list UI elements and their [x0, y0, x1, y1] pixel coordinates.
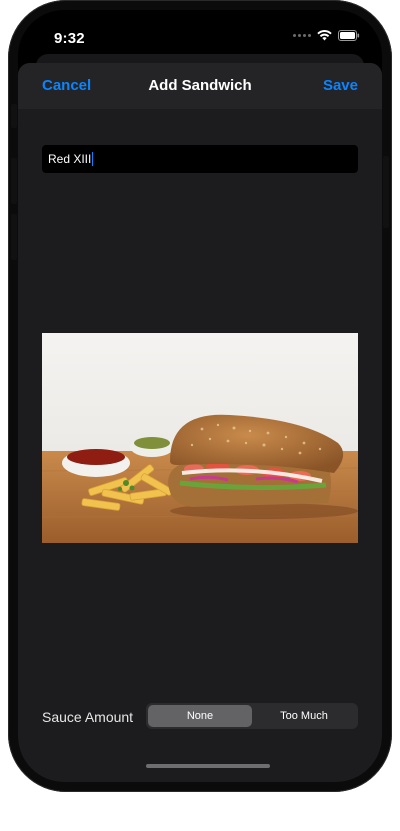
status-icons — [293, 30, 360, 41]
volume-up-button — [11, 158, 17, 204]
mute-switch — [11, 104, 17, 128]
screen: 9:32 Cancel Add Sandwich Save Red XIII S… — [18, 10, 382, 782]
cancel-button[interactable]: Cancel — [42, 77, 91, 94]
sauce-amount-segmented-control[interactable]: None Too Much — [146, 703, 358, 729]
status-time: 9:32 — [54, 30, 85, 47]
sauce-amount-label: Sauce Amount — [42, 709, 134, 725]
home-indicator[interactable] — [146, 764, 270, 768]
wifi-icon — [317, 30, 332, 41]
volume-down-button — [11, 214, 17, 260]
sandwich-photo — [42, 333, 358, 543]
navigation-bar: Cancel Add Sandwich Save — [18, 63, 382, 109]
sandwich-name-value: Red XIII — [48, 152, 92, 166]
segment-too-much[interactable]: Too Much — [252, 705, 356, 727]
battery-icon — [338, 30, 360, 41]
power-button — [383, 156, 389, 228]
signal-dots-icon — [293, 34, 311, 37]
phone-frame: 9:32 Cancel Add Sandwich Save Red XIII S… — [8, 0, 392, 792]
sandwich-photo-image — [42, 333, 358, 543]
segment-none[interactable]: None — [148, 705, 252, 727]
add-sandwich-sheet: Cancel Add Sandwich Save Red XIII Sauce … — [18, 63, 382, 782]
text-caret — [92, 152, 94, 166]
sandwich-name-field[interactable]: Red XIII — [42, 145, 358, 173]
notch — [118, 10, 284, 44]
save-button[interactable]: Save — [323, 77, 358, 94]
